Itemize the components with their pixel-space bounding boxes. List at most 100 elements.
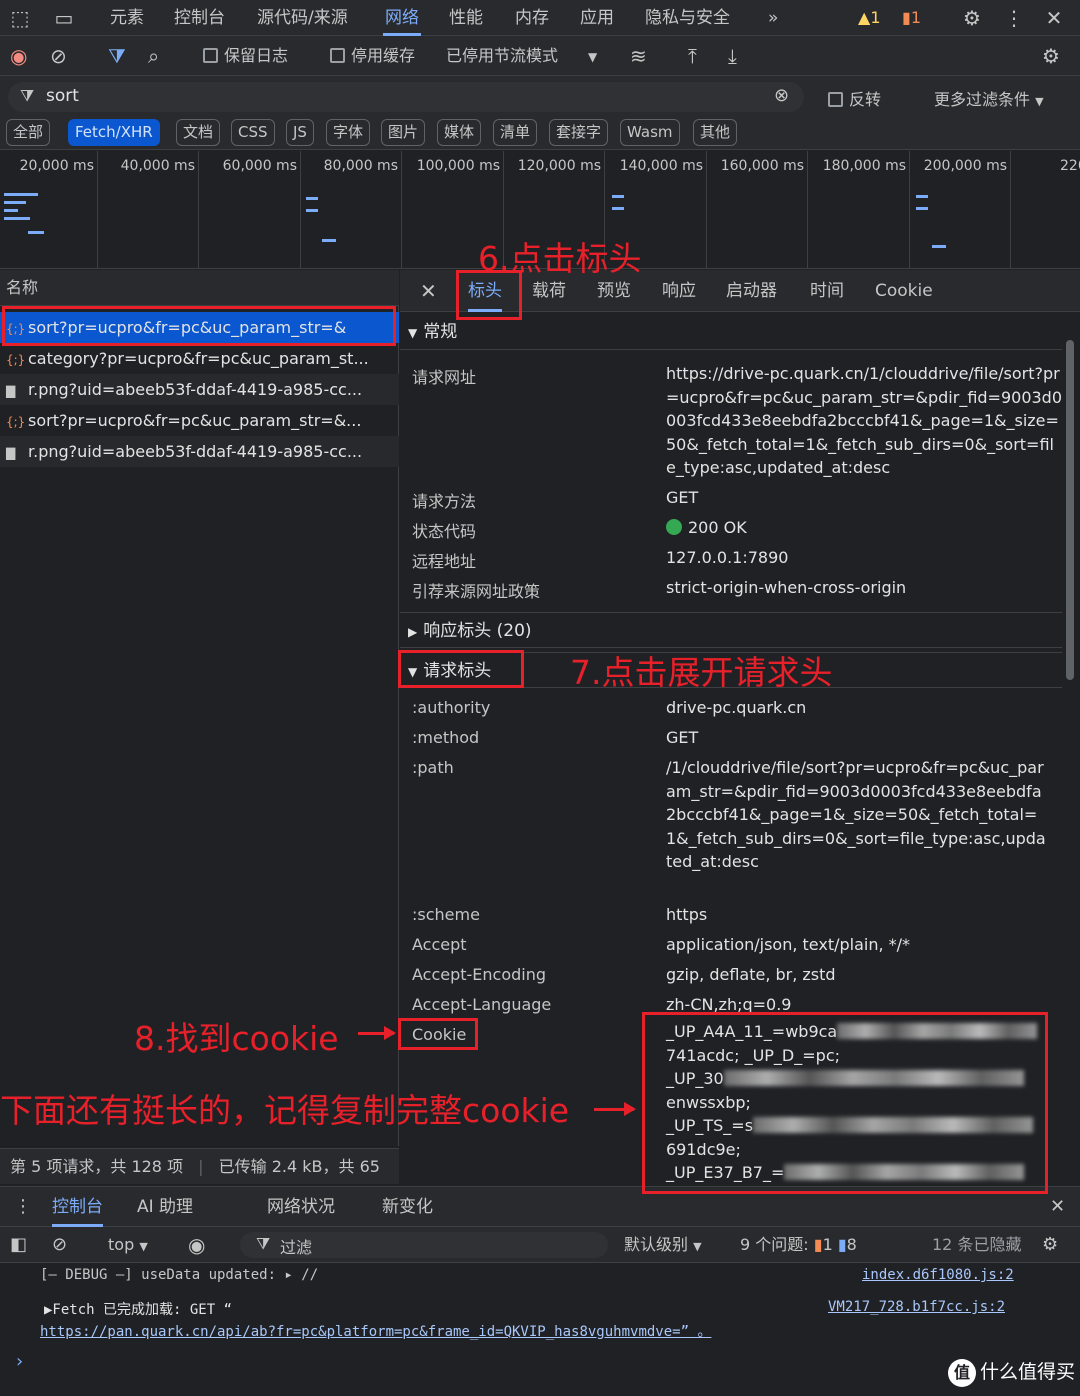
chip-css[interactable]: CSS	[231, 119, 275, 146]
request-url-key: 请求网址	[412, 368, 477, 387]
drawer-tab-ai-assistant[interactable]: AI 助理	[137, 1187, 193, 1227]
network-settings-gear-icon[interactable]: ⚙	[1042, 42, 1060, 70]
request-row[interactable]: ▇ r.png?uid=abeeb53f-ddaf-4419-a985-cc...	[0, 436, 399, 467]
chip-manifest[interactable]: 清单	[493, 119, 538, 146]
console-filter-input[interactable]: ⧩ 过滤	[240, 1232, 608, 1258]
gear-icon[interactable]: ⚙	[958, 4, 986, 32]
tab-memory[interactable]: 内存	[513, 0, 551, 36]
disable-cache-checkbox[interactable]: 停用缓存	[330, 42, 415, 70]
tab-application[interactable]: 应用	[578, 0, 616, 36]
log-source-link[interactable]: index.d6f1080.js:2	[862, 1267, 1014, 1283]
tab-elements[interactable]: 元素	[108, 0, 146, 36]
tab-privacy-security[interactable]: 隐私与安全	[643, 0, 732, 36]
request-method-key: 请求方法	[412, 492, 477, 511]
device-toggle-icon[interactable]: ▭	[50, 4, 78, 32]
search-icon[interactable]: ⌕	[148, 42, 159, 70]
timeline-request-bar	[4, 193, 38, 196]
clear-console-icon[interactable]: ⊘	[52, 1231, 67, 1259]
console-log-line[interactable]: ▶Fetch 已完成加载: GET “	[44, 1299, 232, 1319]
checkbox-box	[330, 48, 345, 63]
name-column-header[interactable]: 名称	[0, 270, 399, 306]
arrow-to-cookie-key	[358, 1026, 396, 1040]
image-file-icon: ▇	[6, 384, 16, 398]
wifi-conditions-icon[interactable]: ≋	[630, 42, 647, 70]
header-value: gzip, deflate, br, zstd	[666, 965, 836, 984]
tab-performance[interactable]: 性能	[447, 0, 485, 36]
timeline-gridline	[300, 151, 301, 268]
more-tabs-button[interactable]: »	[766, 0, 780, 36]
chip-img[interactable]: 图片	[381, 119, 426, 146]
watermark: 值什么值得买	[948, 1356, 1075, 1388]
timeline-tick-label: 220,00	[1060, 158, 1080, 174]
header-value: GET	[666, 728, 699, 747]
clear-filter-icon[interactable]: ⊗	[774, 85, 789, 106]
invert-checkbox[interactable]: 反转	[828, 86, 881, 110]
remote-address-key: 远程地址	[412, 552, 477, 571]
scrollbar-thumb[interactable]	[1066, 340, 1074, 680]
chip-wasm[interactable]: Wasm	[620, 119, 680, 146]
filter-value: sort	[46, 86, 79, 106]
filter-icon[interactable]: ⧩	[108, 42, 126, 70]
throttle-label: 已停用节流模式	[446, 46, 559, 65]
warning-badge[interactable]: ▲1	[858, 0, 881, 36]
tab-sources[interactable]: 源代码/来源	[255, 0, 350, 36]
timeline-request-bar	[306, 197, 318, 200]
timeline-request-bar	[4, 209, 18, 212]
tab-console[interactable]: 控制台	[172, 0, 227, 36]
kebab-menu-icon[interactable]: ⋮	[1000, 4, 1028, 32]
close-icon[interactable]: ✕	[1040, 4, 1068, 32]
close-drawer-icon[interactable]: ✕	[1050, 1187, 1065, 1227]
log-level-select[interactable]: 默认级别 ▼	[624, 1231, 702, 1259]
chip-socket[interactable]: 套接字	[549, 119, 609, 146]
inspect-icon[interactable]: ⬚	[6, 4, 34, 32]
request-row[interactable]: ▇ r.png?uid=abeeb53f-ddaf-4419-a985-cc...	[0, 374, 399, 405]
more-filters-dropdown[interactable]: 更多过滤条件 ▼	[934, 86, 1044, 110]
context-select[interactable]: top ▼	[108, 1231, 148, 1259]
chip-other[interactable]: 其他	[693, 119, 738, 146]
close-detail-icon[interactable]: ✕	[420, 270, 437, 312]
caret-right-icon: ▶	[408, 625, 418, 639]
error-badge[interactable]: ▮1	[902, 0, 921, 36]
timeline-gridline	[807, 151, 808, 268]
issues-link[interactable]: 9 个问题: ▮1 ▮8	[740, 1231, 857, 1259]
drawer-tab-whats-new[interactable]: 新变化	[382, 1187, 433, 1227]
header-key: :path	[412, 758, 454, 777]
tab-timing[interactable]: 时间	[810, 270, 844, 312]
tab-response[interactable]: 响应	[662, 270, 696, 312]
header-key: Accept	[412, 935, 467, 954]
response-headers-toggle[interactable]: ▶ 响应标头 (20)	[400, 612, 1062, 648]
export-har-icon[interactable]: ⤓	[728, 42, 737, 70]
preserve-log-checkbox[interactable]: 保留日志	[203, 42, 288, 70]
fetch-url-link[interactable]: https://pan.quark.cn/api/ab?fr=pc&platfo…	[40, 1321, 711, 1341]
tab-cookies[interactable]: Cookie	[875, 270, 933, 312]
drawer-menu-icon[interactable]: ⋮	[14, 1187, 32, 1227]
tab-initiator[interactable]: 启动器	[726, 270, 777, 312]
checkbox-box	[203, 48, 218, 63]
console-prompt[interactable]: ›	[14, 1351, 25, 1372]
import-har-icon[interactable]: ⤒	[688, 42, 697, 70]
record-icon[interactable]: ◉	[10, 42, 27, 70]
timeline-gridline	[97, 151, 98, 268]
chip-fetch-xhr[interactable]: Fetch/XHR	[68, 119, 160, 146]
log-source-link[interactable]: VM217_728.b1f7cc.js:2	[828, 1299, 1005, 1315]
chip-js[interactable]: JS	[286, 119, 314, 146]
request-row[interactable]: {;} sort?pr=ucpro&fr=pc&uc_param_str=&...	[0, 405, 399, 436]
drawer-tab-console[interactable]: 控制台	[52, 1187, 103, 1227]
request-row[interactable]: {;} category?pr=ucpro&fr=pc&uc_param_st..…	[0, 343, 399, 374]
error-issue-icon: ▮	[813, 1235, 823, 1254]
clear-icon[interactable]: ⊘	[50, 42, 67, 70]
console-settings-gear-icon[interactable]: ⚙	[1042, 1231, 1058, 1259]
tab-network[interactable]: 网络	[383, 0, 421, 36]
chip-all[interactable]: 全部	[6, 119, 51, 146]
throttle-select[interactable]: 已停用节流模式 ▼	[446, 42, 597, 70]
error-issue-count: 1	[822, 1235, 833, 1254]
header-key: Accept-Language	[412, 995, 552, 1014]
chip-font[interactable]: 字体	[326, 119, 371, 146]
sidebar-toggle-icon[interactable]: ◧	[10, 1231, 27, 1259]
live-expression-eye-icon[interactable]: ◉	[188, 1231, 205, 1259]
chip-doc[interactable]: 文档	[176, 119, 221, 146]
filter-input[interactable]: ⧩ sort ⊗	[8, 82, 804, 112]
detail-scrollbar[interactable]	[1064, 320, 1076, 1180]
drawer-tab-network-conditions[interactable]: 网络状况	[267, 1187, 335, 1227]
chip-media[interactable]: 媒体	[437, 119, 482, 146]
